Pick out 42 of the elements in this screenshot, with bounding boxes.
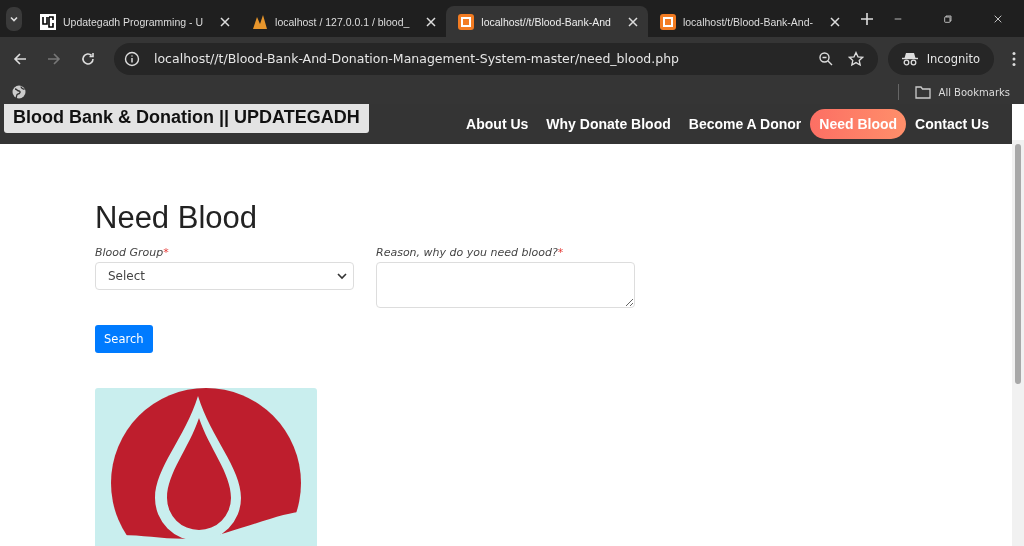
nav-link[interactable]: About Us (457, 109, 538, 139)
all-bookmarks-button[interactable]: All Bookmarks (914, 85, 1010, 99)
reload-icon[interactable] (80, 50, 96, 67)
address-bar[interactable]: localhost//t/Blood-Bank-And-Donation-Management-System-master/need_blood.php (114, 42, 878, 75)
scrollbar[interactable] (1012, 140, 1024, 546)
new-tab-icon[interactable] (860, 11, 875, 26)
nav-link[interactable]: Why Donate Blood (537, 109, 680, 139)
site-brand[interactable]: Blood Bank & Donation || UPDATEGADH (4, 104, 369, 133)
close-tab-icon[interactable] (426, 16, 437, 27)
search-button[interactable]: Search (95, 325, 153, 353)
field-label: Blood Group* (95, 246, 170, 259)
nav-link[interactable]: Contact Us (906, 109, 998, 139)
browser-tab[interactable]: localhost / 127.0.0.1 / blood_ (240, 6, 447, 37)
site-favicon-icon (252, 13, 269, 30)
info-icon[interactable] (124, 50, 140, 67)
tab-search-button[interactable] (6, 6, 22, 31)
site-favicon-icon (458, 13, 475, 30)
bookmark-star-icon[interactable] (847, 50, 864, 67)
chevron-down-icon (337, 272, 347, 280)
browser-tab[interactable]: Updategadh Programming - U (27, 6, 241, 37)
incognito-button[interactable]: Incognito (887, 42, 994, 75)
site-favicon-icon (659, 13, 676, 30)
back-icon[interactable] (12, 50, 28, 67)
reason-field[interactable] (376, 262, 635, 308)
field-label: Reason, why do you need blood?* (376, 246, 565, 259)
zoom-icon[interactable] (817, 50, 834, 67)
page-heading: Need Blood (95, 200, 258, 236)
site-favicon-icon (39, 13, 56, 30)
folder-icon (914, 85, 931, 99)
restore-icon[interactable] (944, 12, 952, 25)
close-tab-icon[interactable] (830, 16, 841, 27)
forward-icon[interactable] (46, 50, 62, 67)
url-text: localhost//t/Blood-Bank-And-Donation-Management-System-master/need_blood.php (154, 51, 680, 66)
close-tab-icon[interactable] (627, 16, 638, 27)
close-tab-icon[interactable] (220, 16, 231, 27)
nav-link[interactable]: Become A Donor (679, 109, 811, 139)
menu-icon[interactable] (1012, 50, 1016, 67)
browser-tab[interactable]: localhost//t/Blood-Bank-And (446, 6, 648, 37)
globe-icon[interactable] (12, 85, 26, 99)
incognito-icon (901, 51, 918, 66)
browser-tab[interactable]: localhost/t/Blood-Bank-And- (647, 6, 851, 37)
blood-group-dropdown[interactable]: Select (95, 262, 354, 290)
